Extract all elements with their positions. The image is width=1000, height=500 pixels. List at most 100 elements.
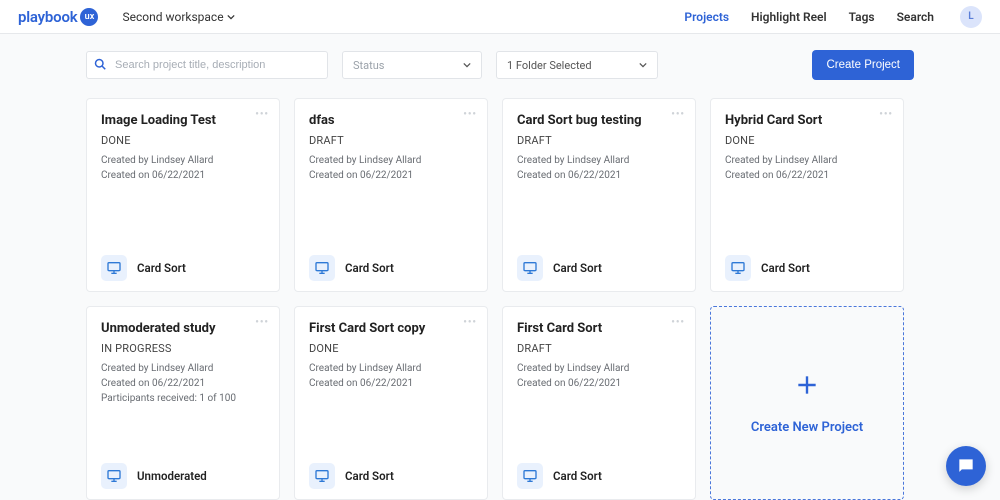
project-type: Card Sort bbox=[345, 469, 394, 483]
project-type: Unmoderated bbox=[137, 469, 207, 483]
project-type: Card Sort bbox=[137, 261, 186, 275]
created-by: Created by Lindsey Allard bbox=[101, 361, 265, 376]
create-project-button[interactable]: Create Project bbox=[812, 50, 914, 80]
chevron-down-icon bbox=[463, 61, 471, 69]
project-status: DONE bbox=[101, 134, 265, 147]
project-status: DONE bbox=[309, 342, 473, 355]
project-title: Unmoderated study bbox=[101, 321, 265, 336]
card-footer: Card Sort bbox=[517, 463, 681, 489]
search-icon bbox=[94, 58, 106, 74]
card-menu-icon[interactable]: ••• bbox=[671, 109, 685, 120]
project-status: IN PROGRESS bbox=[101, 342, 265, 355]
created-by: Created by Lindsey Allard bbox=[309, 153, 473, 168]
monitor-icon bbox=[309, 255, 335, 281]
create-new-project-card[interactable]: Create New Project bbox=[710, 306, 904, 500]
project-type: Card Sort bbox=[553, 261, 602, 275]
project-meta: Created by Lindsey AllardCreated on 06/2… bbox=[309, 153, 473, 183]
project-status: DONE bbox=[725, 134, 889, 147]
plus-icon bbox=[794, 372, 820, 402]
brand-badge: ux bbox=[80, 8, 98, 26]
created-by: Created by Lindsey Allard bbox=[517, 361, 681, 376]
project-meta: Created by Lindsey AllardCreated on 06/2… bbox=[101, 153, 265, 183]
project-meta: Created by Lindsey AllardCreated on 06/2… bbox=[517, 361, 681, 391]
created-by: Created by Lindsey Allard bbox=[101, 153, 265, 168]
status-select-label: Status bbox=[353, 59, 384, 72]
card-footer: Unmoderated bbox=[101, 463, 265, 489]
participants-info: Participants received: 1 of 100 bbox=[101, 391, 265, 406]
workspace-selector[interactable]: Second workspace bbox=[122, 10, 234, 24]
project-type: Card Sort bbox=[345, 261, 394, 275]
project-title: Hybrid Card Sort bbox=[725, 113, 889, 128]
brand-logo[interactable]: playbook ux bbox=[18, 8, 98, 26]
folder-select[interactable]: 1 Folder Selected bbox=[496, 51, 658, 79]
projects-grid: •••Image Loading TestDONECreated by Lind… bbox=[86, 98, 914, 500]
project-title: First Card Sort bbox=[517, 321, 681, 336]
project-meta: Created by Lindsey AllardCreated on 06/2… bbox=[725, 153, 889, 183]
project-card[interactable]: •••First Card Sort DRAFT Created by Lindse… bbox=[502, 306, 696, 500]
card-menu-icon[interactable]: ••• bbox=[671, 317, 685, 328]
project-title: dfas bbox=[309, 113, 473, 128]
project-meta: Created by Lindsey AllardCreated on 06/2… bbox=[309, 361, 473, 391]
card-menu-icon[interactable]: ••• bbox=[255, 317, 269, 328]
project-status: DRAFT bbox=[517, 134, 681, 147]
card-footer: Card Sort bbox=[309, 255, 473, 281]
created-on: Created on 06/22/2021 bbox=[101, 168, 265, 183]
nav-search[interactable]: Search bbox=[897, 10, 934, 24]
nav-right: Projects Highlight Reel Tags Search L bbox=[684, 6, 982, 28]
chevron-down-icon bbox=[227, 13, 235, 21]
card-footer: Card Sort bbox=[725, 255, 889, 281]
created-by: Created by Lindsey Allard bbox=[725, 153, 889, 168]
monitor-icon bbox=[101, 255, 127, 281]
monitor-icon bbox=[725, 255, 751, 281]
controls-row: Status 1 Folder Selected Create Project bbox=[86, 50, 914, 80]
project-card[interactable]: •••Hybrid Card Sort DONE Created by Lindse… bbox=[710, 98, 904, 292]
created-by: Created by Lindsey Allard bbox=[517, 153, 681, 168]
project-meta: Created by Lindsey AllardCreated on 06/2… bbox=[101, 361, 265, 406]
project-type: Card Sort bbox=[553, 469, 602, 483]
project-type: Card Sort bbox=[761, 261, 810, 275]
created-on: Created on 06/22/2021 bbox=[309, 168, 473, 183]
project-status: DRAFT bbox=[309, 134, 473, 147]
created-on: Created on 06/22/2021 bbox=[517, 376, 681, 391]
monitor-icon bbox=[517, 463, 543, 489]
project-card[interactable]: •••Image Loading Test DONE Created by Lind… bbox=[86, 98, 280, 292]
project-card[interactable]: •••First Card Sort copy DONE Created by Li… bbox=[294, 306, 488, 500]
created-on: Created on 06/22/2021 bbox=[517, 168, 681, 183]
project-card[interactable]: •••Unmoderated study IN PROGRESS Created b… bbox=[86, 306, 280, 500]
created-by: Created by Lindsey Allard bbox=[309, 361, 473, 376]
card-footer: Card Sort bbox=[101, 255, 265, 281]
created-on: Created on 06/22/2021 bbox=[309, 376, 473, 391]
card-footer: Card Sort bbox=[517, 255, 681, 281]
project-card[interactable]: •••Card Sort bug testing DRAFT Created by … bbox=[502, 98, 696, 292]
status-select[interactable]: Status bbox=[342, 51, 482, 79]
search-box bbox=[86, 51, 328, 79]
search-input[interactable] bbox=[86, 51, 328, 79]
project-title: Image Loading Test bbox=[101, 113, 265, 128]
monitor-icon bbox=[309, 463, 335, 489]
brand-name: playbook bbox=[18, 8, 77, 26]
nav-projects[interactable]: Projects bbox=[684, 10, 729, 24]
create-new-project-label: Create New Project bbox=[751, 420, 863, 435]
chat-fab[interactable] bbox=[946, 446, 986, 486]
project-title: First Card Sort copy bbox=[309, 321, 473, 336]
monitor-icon bbox=[101, 463, 127, 489]
folder-select-label: 1 Folder Selected bbox=[507, 59, 592, 72]
created-on: Created on 06/22/2021 bbox=[725, 168, 889, 183]
card-footer: Card Sort bbox=[309, 463, 473, 489]
top-nav: playbook ux Second workspace Projects Hi… bbox=[0, 0, 1000, 34]
chat-icon bbox=[956, 456, 976, 476]
project-meta: Created by Lindsey AllardCreated on 06/2… bbox=[517, 153, 681, 183]
card-menu-icon[interactable]: ••• bbox=[879, 109, 893, 120]
project-status: DRAFT bbox=[517, 342, 681, 355]
workspace-label: Second workspace bbox=[122, 10, 223, 24]
nav-tags[interactable]: Tags bbox=[849, 10, 875, 24]
created-on: Created on 06/22/2021 bbox=[101, 376, 265, 391]
card-menu-icon[interactable]: ••• bbox=[463, 317, 477, 328]
project-card[interactable]: •••dfas DRAFT Created by Lindsey AllardCre… bbox=[294, 98, 488, 292]
chevron-down-icon bbox=[639, 61, 647, 69]
project-title: Card Sort bug testing bbox=[517, 113, 681, 128]
card-menu-icon[interactable]: ••• bbox=[255, 109, 269, 120]
nav-highlight-reel[interactable]: Highlight Reel bbox=[751, 10, 827, 24]
user-avatar[interactable]: L bbox=[960, 6, 982, 28]
card-menu-icon[interactable]: ••• bbox=[463, 109, 477, 120]
